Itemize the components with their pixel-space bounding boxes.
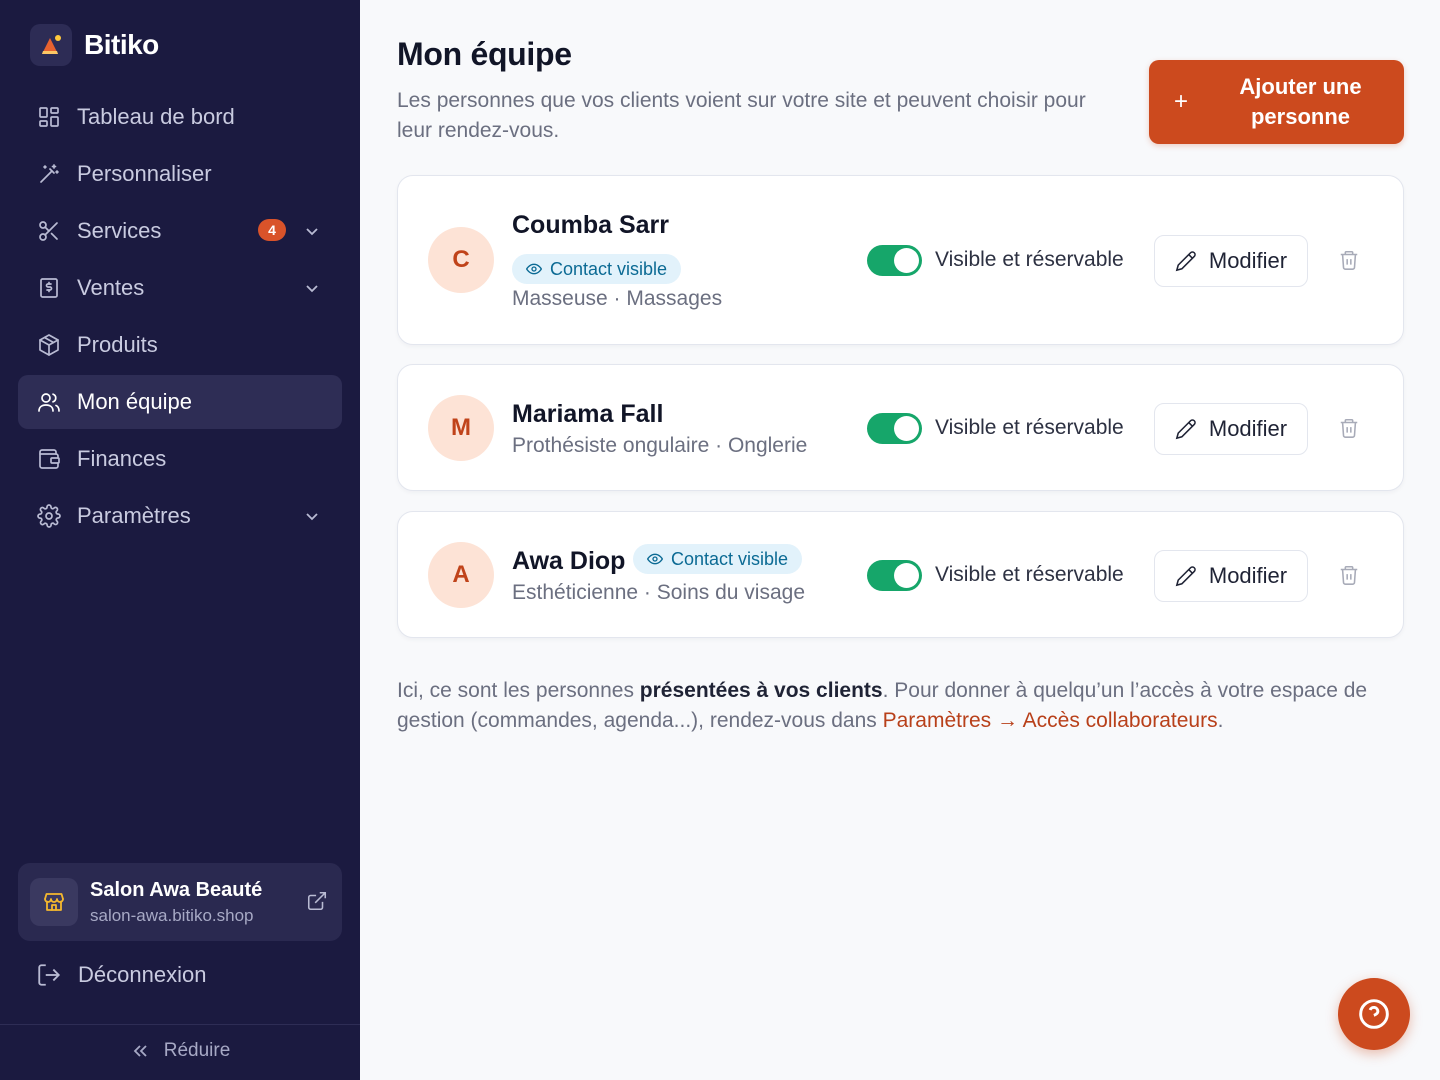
edit-label: Modifier bbox=[1208, 563, 1288, 588]
toggle-knob bbox=[894, 248, 919, 273]
sidebar-item-label: Finances bbox=[77, 446, 167, 471]
team-member-card: C Coumba Sarr Contact visible Masseuse ·… bbox=[397, 175, 1404, 345]
trash-icon[interactable] bbox=[1338, 417, 1362, 441]
receipt-icon bbox=[36, 275, 62, 301]
avatar: M bbox=[428, 395, 494, 461]
sidebar-item-label: Personnaliser bbox=[77, 161, 212, 186]
plus-icon: + bbox=[1173, 88, 1188, 115]
gear-icon bbox=[36, 503, 62, 529]
visibility-toggle[interactable] bbox=[867, 560, 922, 591]
trash-icon[interactable] bbox=[1338, 249, 1362, 273]
contact-badge-label: Contact visible bbox=[671, 548, 789, 569]
info-text: . bbox=[1217, 709, 1224, 732]
team-member-card: A Awa Diop Contact visible Esthéticienne… bbox=[397, 511, 1404, 638]
sidebar-item-produits[interactable]: Produits bbox=[18, 318, 342, 372]
reduce-sidebar-button[interactable]: Réduire bbox=[0, 1040, 360, 1062]
member-role: Masseuse · Massages bbox=[512, 287, 723, 310]
visibility-label: Visible et réservable bbox=[935, 248, 1124, 271]
edit-label: Modifier bbox=[1208, 248, 1288, 273]
info-note: Ici, ce sont les personnes présentées à … bbox=[397, 676, 1407, 736]
logout-icon bbox=[38, 964, 61, 986]
toggle-knob bbox=[894, 416, 919, 441]
sidebar-item-parametres[interactable]: Paramètres bbox=[18, 489, 342, 543]
help-circle-icon bbox=[1359, 999, 1389, 1029]
dashboard-icon bbox=[36, 104, 62, 130]
users-icon bbox=[36, 389, 62, 415]
visibility-toggle[interactable] bbox=[867, 413, 922, 444]
avatar: A bbox=[428, 542, 494, 608]
info-emphasis: présentées à vos clients bbox=[639, 679, 883, 702]
pencil-icon bbox=[1175, 566, 1196, 587]
sidebar-item-mon-equipe[interactable]: Mon équipe bbox=[18, 375, 342, 429]
sidebar-item-label: Ventes bbox=[77, 275, 145, 300]
sidebar-item-label: Mon équipe bbox=[77, 389, 192, 414]
edit-button[interactable]: Modifier bbox=[1154, 550, 1308, 602]
collaborator-access-link[interactable]: Paramètres → Accès collaborateurs bbox=[883, 709, 1218, 732]
trash-icon[interactable] bbox=[1338, 564, 1362, 588]
salon-url: salon-awa.bitiko.shop bbox=[90, 905, 254, 925]
logout-button[interactable]: Déconnexion bbox=[36, 962, 206, 988]
sidebar-item-services[interactable]: Services 4 bbox=[18, 204, 342, 258]
eye-icon bbox=[526, 263, 542, 275]
toggle-knob bbox=[894, 563, 919, 588]
team-member-card: M Mariama Fall Prothésiste ongulaire · O… bbox=[397, 364, 1404, 491]
logout-label: Déconnexion bbox=[78, 962, 207, 987]
sidebar-item-tableau-de-bord[interactable]: Tableau de bord bbox=[18, 90, 342, 144]
brand[interactable]: Bitiko bbox=[30, 24, 159, 66]
chevron-down-icon[interactable] bbox=[302, 278, 322, 298]
sidebar-item-ventes[interactable]: Ventes bbox=[18, 261, 342, 315]
pencil-icon bbox=[1175, 251, 1196, 272]
edit-button[interactable]: Modifier bbox=[1154, 403, 1308, 455]
help-button[interactable] bbox=[1338, 978, 1410, 1050]
chevron-down-icon[interactable] bbox=[302, 221, 322, 241]
scissors-icon bbox=[36, 218, 62, 244]
visibility-label: Visible et réservable bbox=[935, 416, 1124, 439]
sidebar-item-personnaliser[interactable]: Personnaliser bbox=[18, 147, 342, 201]
sidebar-divider bbox=[0, 1024, 360, 1025]
edit-label: Modifier bbox=[1208, 416, 1288, 441]
edit-button[interactable]: Modifier bbox=[1154, 235, 1308, 287]
salon-card[interactable]: Salon Awa Beauté salon-awa.bitiko.shop bbox=[18, 863, 342, 941]
sidebar: Bitiko Tableau de bord Personnaliser Ser… bbox=[0, 0, 360, 1080]
contact-visible-badge: Contact visible bbox=[512, 254, 682, 284]
member-name: Mariama Fall bbox=[512, 400, 664, 428]
visibility-toggle[interactable] bbox=[867, 245, 922, 276]
store-icon bbox=[30, 878, 78, 926]
sidebar-nav: Tableau de bord Personnaliser Services 4… bbox=[18, 90, 342, 546]
member-name: Coumba Sarr bbox=[512, 211, 669, 239]
external-link-icon[interactable] bbox=[306, 890, 330, 914]
member-role: Esthéticienne · Soins du visage bbox=[512, 581, 806, 604]
sidebar-item-label: Produits bbox=[77, 332, 158, 357]
sidebar-item-finances[interactable]: Finances bbox=[18, 432, 342, 486]
contact-visible-badge: Contact visible bbox=[633, 544, 803, 574]
wallet-icon bbox=[36, 446, 62, 472]
salon-name: Salon Awa Beauté bbox=[90, 878, 263, 901]
sidebar-item-label: Tableau de bord bbox=[77, 104, 235, 129]
brand-name: Bitiko bbox=[84, 29, 159, 60]
chevrons-left-icon bbox=[133, 1045, 147, 1057]
box-icon bbox=[36, 332, 62, 358]
page-subtitle: Les personnes que vos clients voient sur… bbox=[397, 89, 1086, 142]
magic-wand-icon bbox=[36, 161, 62, 187]
chevron-down-icon[interactable] bbox=[302, 506, 322, 526]
member-role: Prothésiste ongulaire · Onglerie bbox=[512, 434, 808, 457]
pencil-icon bbox=[1175, 419, 1196, 440]
salon-info: Salon Awa Beauté salon-awa.bitiko.shop bbox=[90, 879, 306, 926]
page-title: Mon équipe bbox=[397, 36, 572, 72]
contact-badge-label: Contact visible bbox=[550, 258, 668, 279]
sidebar-item-label: Services bbox=[77, 218, 162, 243]
eye-icon bbox=[647, 553, 663, 565]
info-text: Ici, ce sont les personnes bbox=[397, 679, 640, 702]
visibility-label: Visible et réservable bbox=[935, 563, 1124, 586]
add-person-button[interactable]: + Ajouter une personne bbox=[1149, 60, 1404, 144]
add-person-label: Ajouter une personne bbox=[1239, 74, 1362, 129]
services-count-badge: 4 bbox=[258, 219, 286, 241]
sidebar-item-label: Paramètres bbox=[77, 503, 191, 528]
reduce-label: Réduire bbox=[163, 1040, 231, 1061]
avatar: C bbox=[428, 227, 494, 293]
member-name: Awa Diop bbox=[512, 547, 626, 575]
bitiko-logo-icon bbox=[30, 24, 72, 66]
